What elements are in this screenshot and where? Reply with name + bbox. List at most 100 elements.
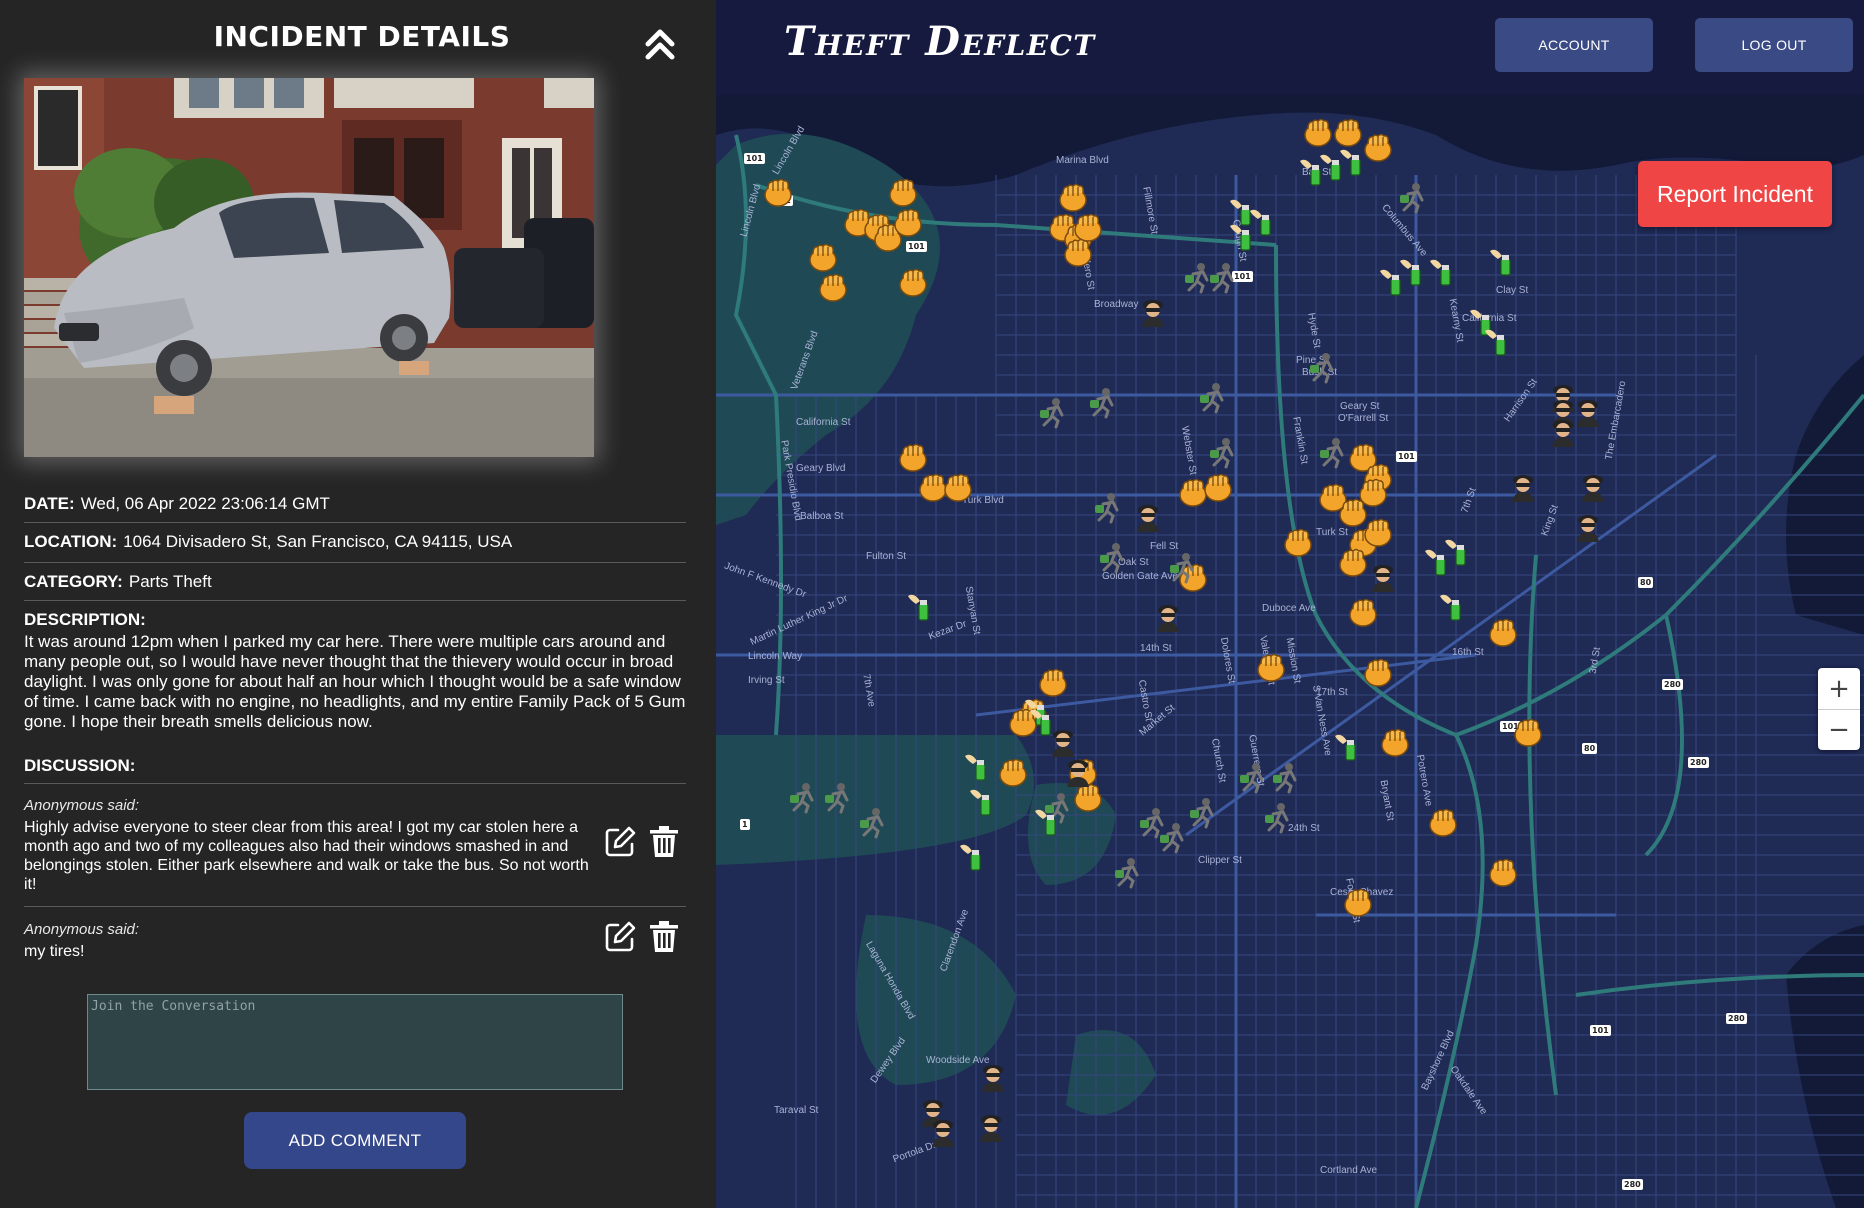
running-thief-icon[interactable]: [1091, 490, 1125, 524]
panel-header: INCIDENT DETAILS: [0, 0, 716, 76]
running-thief-icon[interactable]: [1269, 760, 1303, 794]
fist-icon[interactable]: [1361, 515, 1395, 549]
burglar-icon[interactable]: [976, 1060, 1010, 1094]
street-label: Irving St: [748, 675, 785, 686]
collapse-chevron-icon[interactable]: [640, 24, 680, 64]
fist-icon[interactable]: [1511, 715, 1545, 749]
account-button[interactable]: ACCOUNT: [1495, 18, 1653, 72]
running-thief-icon[interactable]: [821, 780, 855, 814]
burglar-icon[interactable]: [1136, 295, 1170, 329]
burglar-icon[interactable]: [1131, 500, 1165, 534]
fist-icon[interactable]: [806, 240, 840, 274]
running-thief-icon[interactable]: [1206, 435, 1240, 469]
fist-icon[interactable]: [761, 175, 795, 209]
fist-icon[interactable]: [1061, 235, 1095, 269]
burglar-icon[interactable]: [1571, 510, 1605, 544]
spray-can-icon[interactable]: [961, 750, 995, 784]
fist-icon[interactable]: [1201, 470, 1235, 504]
fist-icon[interactable]: [891, 205, 925, 239]
edit-icon[interactable]: [602, 919, 638, 955]
brand-logo[interactable]: Theft Deflect: [784, 18, 1096, 65]
running-thief-icon[interactable]: [1096, 540, 1130, 574]
fist-icon[interactable]: [996, 755, 1030, 789]
comment-author: Anonymous said:: [24, 921, 140, 938]
fist-icon[interactable]: [1254, 650, 1288, 684]
fist-icon[interactable]: [1331, 115, 1365, 149]
running-thief-icon[interactable]: [856, 805, 890, 839]
zoom-in-button[interactable]: +: [1818, 668, 1860, 709]
spray-can-icon[interactable]: [1481, 325, 1515, 359]
spray-can-icon[interactable]: [1396, 255, 1430, 289]
running-thief-icon[interactable]: [1236, 760, 1270, 794]
burglar-icon[interactable]: [926, 1115, 960, 1149]
running-thief-icon[interactable]: [1196, 380, 1230, 414]
street-label: 16th St: [1452, 647, 1484, 658]
street-label: Geary Blvd: [796, 463, 846, 474]
fist-icon[interactable]: [896, 265, 930, 299]
running-thief-icon[interactable]: [1206, 260, 1240, 294]
spray-can-icon[interactable]: [1436, 590, 1470, 624]
fist-icon[interactable]: [1346, 595, 1380, 629]
running-thief-icon[interactable]: [1156, 820, 1190, 854]
running-thief-icon[interactable]: [1111, 855, 1145, 889]
incident-details-panel: INCIDENT DETAILS DATE: Wed, 06 Apr 2022 …: [0, 0, 716, 1208]
fist-icon[interactable]: [886, 175, 920, 209]
edit-icon[interactable]: [602, 824, 638, 860]
fist-icon[interactable]: [1281, 525, 1315, 559]
fist-icon[interactable]: [1336, 545, 1370, 579]
burglar-icon[interactable]: [974, 1110, 1008, 1144]
burglar-icon[interactable]: [1061, 755, 1095, 789]
burglar-icon[interactable]: [1366, 560, 1400, 594]
spray-can-icon[interactable]: [966, 785, 1000, 819]
fist-icon[interactable]: [1426, 805, 1460, 839]
spray-can-icon[interactable]: [1336, 145, 1370, 179]
fist-icon[interactable]: [1486, 615, 1520, 649]
fist-icon[interactable]: [1361, 655, 1395, 689]
trash-icon[interactable]: [646, 919, 682, 955]
spray-can-icon[interactable]: [1331, 730, 1365, 764]
burglar-icon[interactable]: [1046, 725, 1080, 759]
add-comment-button[interactable]: ADD COMMENT: [244, 1112, 466, 1169]
fist-icon[interactable]: [1056, 180, 1090, 214]
running-thief-icon[interactable]: [1396, 180, 1430, 214]
burglar-icon[interactable]: [1506, 470, 1540, 504]
description-text: It was around 12pm when I parked my car …: [24, 632, 686, 731]
running-thief-icon[interactable]: [1166, 550, 1200, 584]
running-thief-icon[interactable]: [1186, 795, 1220, 829]
comment-text: Highly advise everyone to steer clear fr…: [24, 819, 589, 893]
spray-can-icon[interactable]: [1426, 255, 1460, 289]
burglar-icon[interactable]: [1546, 415, 1580, 449]
category-row: CATEGORY: Parts Theft: [24, 572, 686, 592]
running-thief-icon[interactable]: [1086, 385, 1120, 419]
spray-can-icon[interactable]: [956, 840, 990, 874]
fist-icon[interactable]: [1341, 885, 1375, 919]
fist-icon[interactable]: [816, 270, 850, 304]
comment-input[interactable]: [87, 994, 623, 1090]
fist-icon[interactable]: [1301, 115, 1335, 149]
spray-can-icon[interactable]: [904, 590, 938, 624]
fist-icon[interactable]: [941, 470, 975, 504]
spray-can-icon[interactable]: [1441, 535, 1475, 569]
panel-title: INCIDENT DETAILS: [213, 20, 511, 53]
incident-map[interactable]: Marina Blvd Bay St Lincoln Blvd Lincoln …: [716, 95, 1864, 1208]
fist-icon[interactable]: [1486, 855, 1520, 889]
logout-button[interactable]: LOG OUT: [1695, 18, 1853, 72]
zoom-out-button[interactable]: −: [1818, 709, 1860, 750]
spray-can-icon[interactable]: [1226, 220, 1260, 254]
fist-icon[interactable]: [1036, 665, 1070, 699]
street-label: Balboa St: [800, 511, 844, 522]
running-thief-icon[interactable]: [1261, 800, 1295, 834]
burglar-icon[interactable]: [1151, 600, 1185, 634]
report-incident-button[interactable]: Report Incident: [1638, 161, 1832, 227]
running-thief-icon[interactable]: [1316, 435, 1350, 469]
fist-icon[interactable]: [1378, 725, 1412, 759]
running-thief-icon[interactable]: [1036, 395, 1070, 429]
trash-icon[interactable]: [646, 824, 682, 860]
spray-can-icon[interactable]: [1486, 245, 1520, 279]
running-thief-icon[interactable]: [1306, 350, 1340, 384]
fist-icon[interactable]: [896, 440, 930, 474]
spray-can-icon[interactable]: [1031, 805, 1065, 839]
date-value: Wed, 06 Apr 2022 23:06:14 GMT: [80, 494, 330, 513]
running-thief-icon[interactable]: [786, 780, 820, 814]
burglar-icon[interactable]: [1576, 470, 1610, 504]
